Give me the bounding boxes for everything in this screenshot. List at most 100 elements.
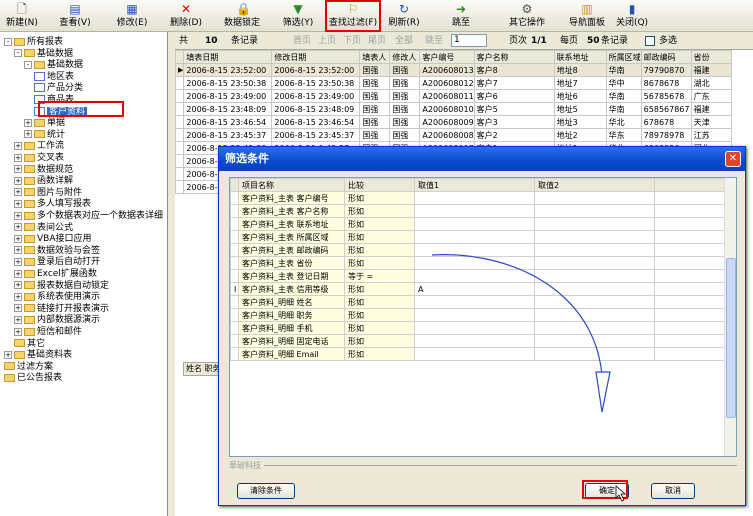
expand-icon[interactable]: + (14, 153, 22, 162)
last-page-link[interactable]: 尾页 (368, 32, 386, 50)
filter-value-1[interactable] (414, 295, 535, 309)
table-cell[interactable]: A200608008 (419, 128, 475, 142)
table-cell[interactable]: A200608013 (419, 63, 475, 77)
tree-node[interactable]: + 基础资料表 (4, 349, 72, 361)
table-cell[interactable]: 华东 (605, 128, 642, 142)
table-cell[interactable]: 福建 (690, 63, 732, 77)
filter-row[interactable]: 客户资料_明细 职务 形如 (230, 308, 725, 322)
table-cell[interactable]: 国强 (359, 89, 391, 103)
expand-icon[interactable]: + (14, 257, 22, 266)
filter-operator[interactable]: 形如 (344, 308, 415, 322)
table-cell[interactable]: 福建 (690, 102, 732, 116)
table-cell[interactable]: 国强 (359, 102, 391, 116)
ok-button[interactable]: 确定 (585, 483, 629, 499)
toolbar-button-0[interactable]: 🗋 新建(N) (4, 1, 40, 31)
table-cell[interactable]: A200608010 (419, 102, 475, 116)
table-cell[interactable]: 2006-8-15 23:46:54 (183, 115, 273, 129)
expand-icon[interactable]: + (14, 234, 22, 243)
toolbar-button-9[interactable]: ⚙ 其它操作 (502, 1, 552, 31)
scrollbar-thumb[interactable] (726, 258, 736, 418)
table-cell[interactable]: 2006-8-15 23:45:37 (271, 128, 361, 142)
filter-row[interactable]: 客户资料_主表 所属区域 形如 (230, 230, 725, 244)
filter-row[interactable]: 客户资料_主表 联系地址 形如 (230, 217, 725, 231)
toolbar-button-5[interactable]: ▼ 筛选(Y) (278, 1, 318, 31)
tree-node[interactable]: + 系统表使用演示 (14, 291, 100, 303)
expand-icon[interactable]: + (14, 223, 22, 232)
table-cell[interactable]: 客户6 (473, 89, 555, 103)
filter-operator[interactable]: 形如 (344, 321, 415, 335)
filter-value-2[interactable] (534, 282, 655, 296)
table-cell[interactable]: 华中 (605, 76, 642, 90)
filter-value-2[interactable] (534, 256, 655, 270)
table-row[interactable]: 2006-8-15 23:49:00 2006-8-15 23:49:00 国强 国强… (175, 89, 732, 103)
expand-icon[interactable]: + (24, 130, 32, 139)
tree-node[interactable]: + 图片与附件 (14, 187, 82, 199)
filter-value-1[interactable] (414, 217, 535, 231)
filter-grid-scrollbar[interactable] (724, 178, 736, 456)
tree-node[interactable]: 地区表 (34, 71, 74, 83)
expand-icon[interactable]: + (14, 199, 22, 208)
expand-icon[interactable]: + (14, 281, 22, 290)
tree-node[interactable]: - 基础数据 (14, 48, 73, 60)
cancel-button[interactable]: 取消 (651, 483, 695, 499)
filter-row[interactable]: 客户资料_明细 手机 形如 (230, 321, 725, 335)
filter-operator[interactable]: 形如 (344, 334, 415, 348)
expand-icon[interactable]: + (4, 350, 12, 359)
expand-icon[interactable]: + (14, 165, 22, 174)
filter-operator[interactable]: 形如 (344, 295, 415, 309)
multiselect-checkbox[interactable] (645, 36, 655, 46)
filter-value-1[interactable]: A (414, 282, 535, 296)
column-header[interactable]: 填表日期 (183, 50, 273, 64)
table-cell[interactable]: 地址7 (553, 76, 607, 90)
expand-icon[interactable]: + (14, 327, 22, 336)
table-cell[interactable]: 国强 (389, 76, 421, 90)
filter-value-1[interactable] (414, 191, 535, 205)
tree-node[interactable]: + 数据效验与会签 (14, 245, 100, 257)
expand-icon[interactable]: + (14, 292, 22, 301)
table-cell[interactable]: 客户3 (473, 115, 555, 129)
table-cell[interactable]: 658567867 (640, 102, 692, 116)
tree-node[interactable]: + 表间公式 (14, 222, 73, 234)
table-row[interactable]: ▶ 2006-8-15 23:52:00 2006-8-15 23:52:00 国强国… (175, 63, 732, 77)
tree-node[interactable]: 过滤方案 (4, 361, 53, 373)
filter-value-1[interactable] (414, 230, 535, 244)
filter-operator[interactable]: 形如 (344, 282, 415, 296)
filter-value-1[interactable] (414, 204, 535, 218)
filter-value-2[interactable] (534, 295, 655, 309)
table-cell[interactable]: 江苏 (690, 128, 732, 142)
column-header[interactable]: 联系地址 (553, 50, 607, 64)
filter-value-1[interactable] (414, 256, 535, 270)
tree-node[interactable]: + 短信和邮件 (14, 326, 82, 338)
table-cell[interactable]: 2006-8-15 23:52:00 (271, 63, 361, 77)
table-cell[interactable]: 8678678 (640, 76, 692, 90)
table-cell[interactable]: A200608009 (419, 115, 475, 129)
filter-operator[interactable]: 形如 (344, 191, 415, 205)
expand-icon[interactable]: + (14, 188, 22, 197)
table-cell[interactable]: 地址6 (553, 89, 607, 103)
toolbar-button-7[interactable]: ↻ 刷新(R) (384, 1, 424, 31)
table-cell[interactable]: 2006-8-15 23:48:09 (183, 102, 273, 116)
clear-conditions-button[interactable]: 清除条件 (237, 483, 295, 499)
table-cell[interactable]: 2006-8-15 23:52:00 (183, 63, 273, 77)
table-cell[interactable]: 56785678 (640, 89, 692, 103)
table-cell[interactable]: 2006-8-15 23:48:09 (271, 102, 361, 116)
table-row[interactable]: 2006-8-15 23:48:09 2006-8-15 23:48:09 国强 国强… (175, 102, 732, 116)
filter-value-2[interactable] (534, 347, 655, 361)
tree-node[interactable]: 产品分类 (34, 82, 83, 94)
collapse-icon[interactable]: - (14, 49, 22, 58)
filter-operator[interactable]: 形如 (344, 256, 415, 270)
column-header[interactable]: 修改人 (389, 50, 421, 64)
filter-row[interactable]: 客户资料_明细 固定电话 形如 (230, 334, 725, 348)
tree-node[interactable]: + 单据 (24, 117, 65, 129)
tree-node[interactable]: + 多人填写报表 (14, 198, 91, 210)
table-row[interactable]: 2006-8-15 23:45:37 2006-8-15 23:45:37 国强 国强… (175, 128, 732, 142)
filter-value-1[interactable] (414, 269, 535, 283)
expand-icon[interactable]: + (14, 141, 22, 150)
tree-node[interactable]: + 统计 (24, 129, 65, 141)
table-cell[interactable]: 2006-8-15 23:50:38 (183, 76, 273, 90)
filter-value-2[interactable] (534, 204, 655, 218)
filter-row[interactable]: 客户资料_主表 客户编号 形如 (230, 191, 725, 205)
collapse-icon[interactable]: - (4, 37, 12, 46)
table-cell[interactable]: 天津 (690, 115, 732, 129)
table-row[interactable]: 2006-8-15 23:46:54 2006-8-15 23:46:54 国强 国强… (175, 115, 732, 129)
